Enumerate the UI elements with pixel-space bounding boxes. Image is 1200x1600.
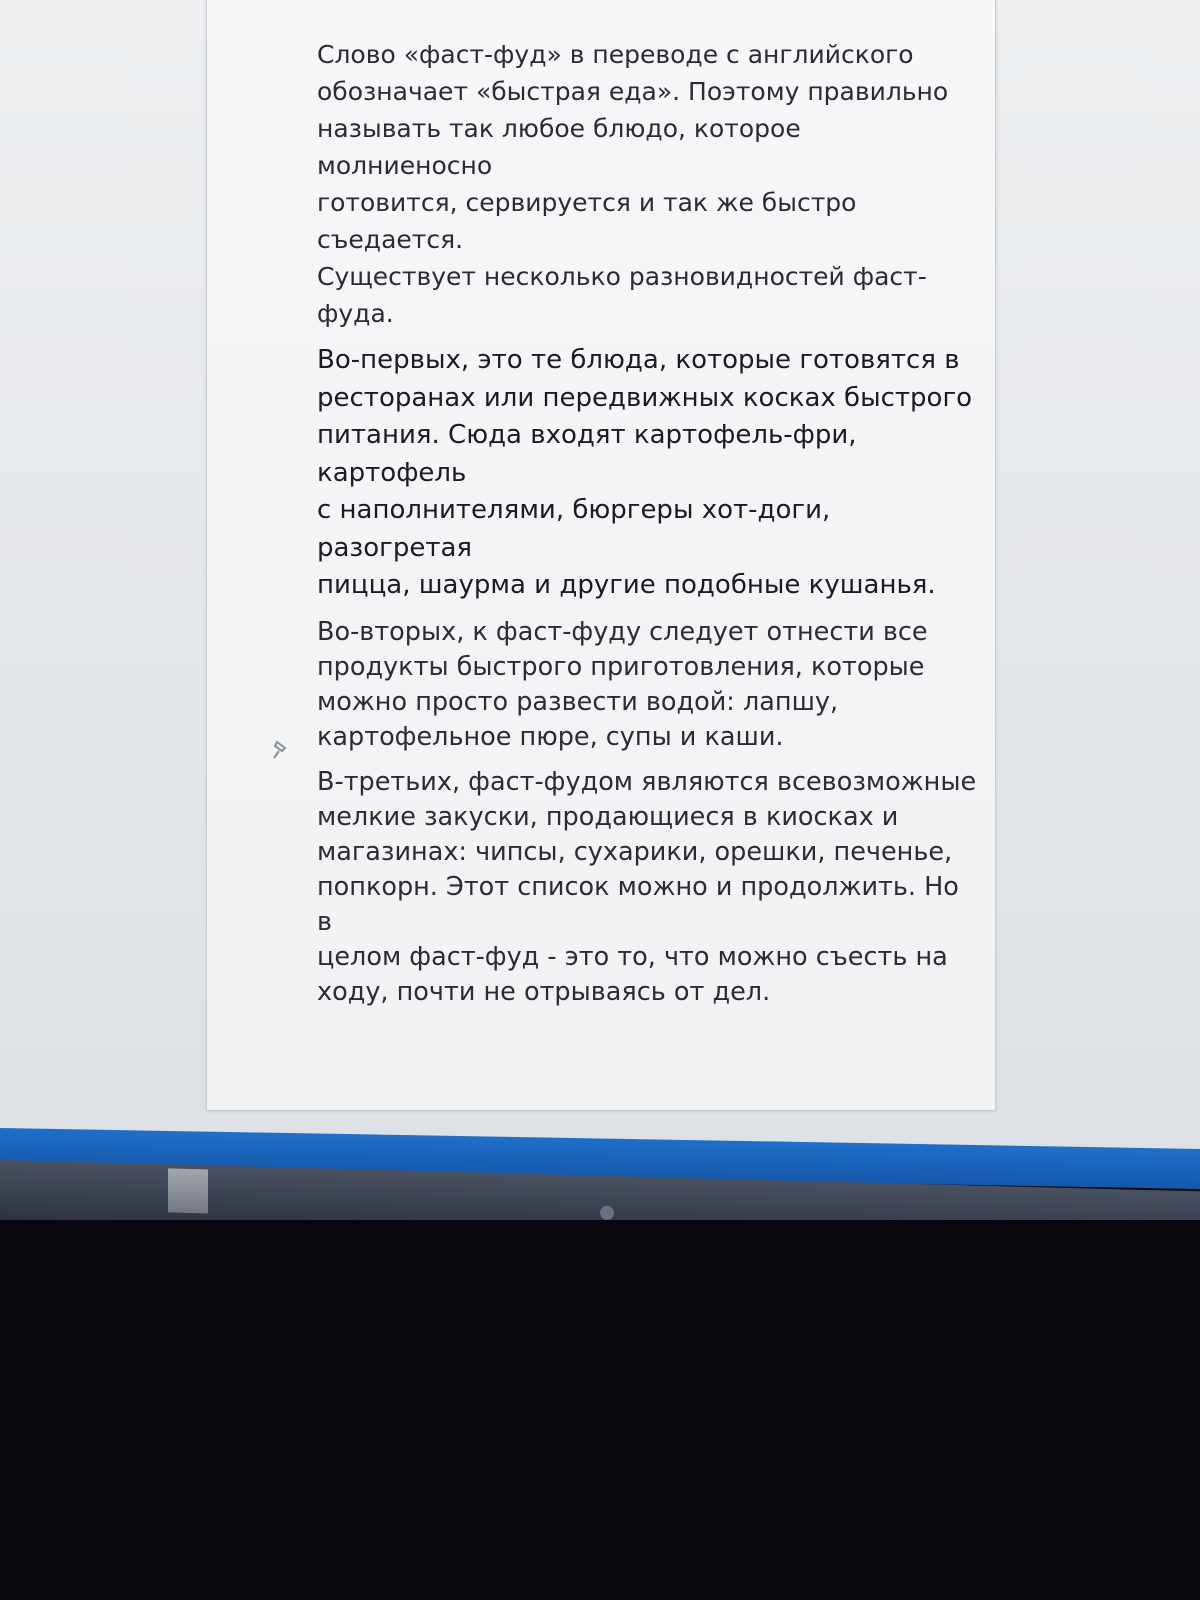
monitor-bezel — [0, 1220, 1200, 1600]
paragraph-1[interactable]: Слово «фаст-фуд» в переводе с английског… — [317, 36, 977, 332]
paragraph-2[interactable]: Во-первых, это те блюда, которые готовят… — [317, 342, 977, 605]
document-text[interactable]: Слово «фаст-фуд» в переводе с английског… — [317, 36, 977, 1020]
paragraph-4[interactable]: В-третьих, фаст-фудом являются всевозмож… — [317, 765, 977, 1010]
taskbar-indicator-icon — [600, 1205, 614, 1221]
document-page[interactable]: Слово «фаст-фуд» в переводе с английског… — [206, 0, 996, 1111]
pushpin-icon — [270, 738, 290, 760]
taskbar-button[interactable] — [168, 1168, 208, 1214]
word-processor-window: Слово «фаст-фуд» в переводе с английског… — [0, 0, 1200, 1160]
paragraph-3[interactable]: Во-вторых, к фаст-фуду следует отнести в… — [317, 615, 977, 755]
